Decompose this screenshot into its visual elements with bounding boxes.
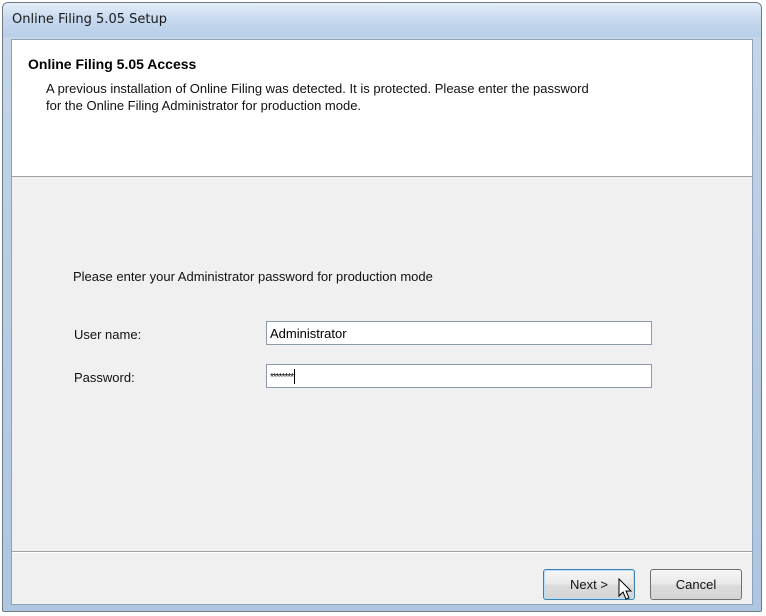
username-value: Administrator [270, 326, 347, 341]
mouse-pointer-icon [618, 578, 633, 600]
page-description: A previous installation of Online Filing… [46, 81, 589, 113]
page-title: Online Filing 5.05 Access [28, 56, 197, 72]
username-label: User name: [74, 327, 142, 342]
button-separator [12, 551, 752, 553]
password-label: Password: [74, 370, 135, 385]
dialog-client-area: Online Filing 5.05 Access A previous ins… [11, 39, 753, 605]
title-bar[interactable]: Online Filing 5.05 Setup [3, 3, 761, 37]
password-mask: ******** [270, 372, 294, 383]
window-title: Online Filing 5.05 Setup [12, 12, 167, 27]
password-prompt: Please enter your Administrator password… [73, 269, 433, 284]
header-banner: Online Filing 5.05 Access A previous ins… [12, 40, 752, 177]
text-caret [294, 369, 296, 384]
setup-window: Online Filing 5.05 Setup Online Filing 5… [2, 2, 762, 612]
cancel-button[interactable]: Cancel [650, 569, 742, 600]
username-field[interactable]: Administrator [266, 321, 652, 345]
password-field[interactable]: ******** [266, 364, 652, 388]
